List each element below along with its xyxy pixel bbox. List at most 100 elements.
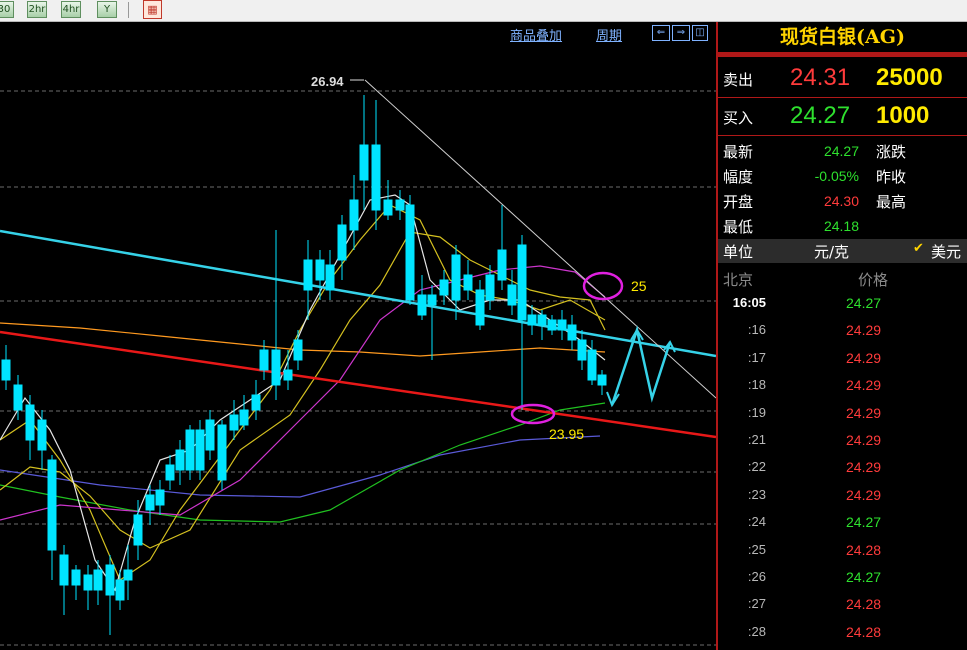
change-label: 涨跌 — [876, 143, 907, 161]
candle-body — [383, 199, 393, 216]
tick-price: 24.29 — [846, 349, 882, 366]
low-label: 最低 — [723, 218, 754, 236]
candle-body — [547, 319, 557, 331]
quote-panel: 现货白银(AG) 卖出 24.31 25000 买入 24.27 1000 最新… — [718, 22, 967, 650]
candle-body — [475, 289, 485, 326]
candle-body — [537, 314, 547, 326]
layout-toggle-icon[interactable]: ◫ — [692, 25, 708, 41]
sell-price: 24.31 — [790, 64, 851, 91]
tick-price: 24.28 — [846, 541, 882, 558]
candle-body — [527, 314, 537, 326]
candlesticks — [1, 95, 607, 635]
candle-body — [239, 409, 249, 426]
candle-body — [293, 339, 303, 361]
prev-close-label: 昨收 — [876, 168, 907, 186]
tick-time: :26 — [747, 569, 766, 584]
candle-body — [37, 419, 47, 451]
open-label: 开盘 — [723, 193, 754, 211]
candle-body — [507, 284, 517, 306]
candle-body — [587, 349, 597, 381]
currency-option[interactable]: 美元 — [931, 241, 961, 262]
ticks-time-header: 北京 — [723, 271, 754, 289]
resistance-label: 25 — [631, 278, 647, 294]
calendar-icon[interactable]: ▦ — [143, 0, 162, 19]
chart-header: 商品叠加 周期 ⇐ ⇒ ◫ — [0, 22, 716, 45]
candle-body — [251, 394, 261, 411]
moving-averages — [0, 194, 606, 592]
chart-grid — [0, 90, 716, 646]
sell-row: 卖出 24.31 25000 — [718, 62, 967, 96]
candle-body — [25, 404, 35, 441]
candle-body — [59, 554, 69, 586]
candle-body — [13, 384, 23, 411]
unit-row: 单位 元/克 ✔ 美元 — [718, 239, 967, 263]
candle-body — [229, 414, 239, 431]
candle-body — [105, 564, 115, 596]
candle-body — [123, 569, 133, 581]
tick-time: :25 — [747, 541, 766, 557]
scroll-left-icon[interactable]: ⇐ — [652, 25, 670, 41]
candle-body — [517, 244, 527, 321]
check-icon[interactable]: ✔ — [913, 241, 924, 256]
forecast-zigzag — [610, 325, 672, 406]
tick-time: :27 — [747, 596, 766, 612]
tick-price: 24.29 — [846, 459, 882, 476]
candle-body — [259, 349, 269, 371]
candle-body — [195, 429, 205, 471]
candle-body — [417, 294, 427, 316]
candle-body — [283, 369, 293, 381]
tick-price: 24.29 — [846, 377, 882, 394]
panel-title-divider — [718, 53, 967, 57]
candle-body — [93, 569, 103, 591]
candle-body — [405, 204, 415, 301]
instrument-title: 现货白银(AG) — [718, 22, 967, 53]
sell-volume: 25000 — [876, 64, 943, 91]
period-year-button[interactable]: Y — [97, 1, 117, 18]
ma20-line — [0, 231, 606, 549]
candle-body — [557, 319, 567, 331]
candle-body — [427, 294, 437, 306]
ma60-line — [0, 402, 606, 523]
tick-time: 16:05 — [732, 295, 766, 310]
latest-label: 最新 — [723, 143, 754, 161]
trend-lines — [0, 79, 716, 439]
period-4hr-button[interactable]: 4hr — [61, 1, 81, 18]
price-chart[interactable]: 26.94 25 23.95 — [0, 45, 716, 650]
tick-time: :24 — [747, 514, 766, 530]
candle-body — [567, 324, 577, 341]
scroll-right-icon[interactable]: ⇒ — [672, 25, 690, 41]
candle-body — [47, 459, 57, 551]
divider — [718, 135, 967, 136]
candle-body — [217, 424, 227, 481]
period-30-button[interactable]: 30 — [0, 1, 14, 18]
trend-line-red — [0, 330, 716, 439]
candle-body — [577, 339, 587, 361]
tick-price: 24.29 — [846, 322, 882, 339]
overlay-link[interactable]: 商品叠加 — [510, 25, 562, 44]
period-2hr-button[interactable]: 2hr — [27, 1, 47, 18]
ma5-line — [0, 194, 606, 592]
candle-body — [145, 494, 155, 511]
toolbar: 30 2hr 4hr Y ▦ — [0, 0, 967, 22]
sell-label: 卖出 — [723, 71, 754, 89]
candle-body — [83, 574, 93, 591]
candle-body — [359, 144, 369, 181]
candle-body — [349, 199, 359, 231]
candle-body — [485, 274, 495, 301]
unit-label: 单位 — [723, 243, 754, 261]
tick-time: :16 — [747, 322, 766, 338]
candle-body — [463, 274, 473, 291]
latest-value: 24.27 — [823, 143, 859, 159]
candle-body — [71, 569, 81, 586]
tick-time: :23 — [747, 486, 766, 502]
tick-price: 24.27 — [846, 295, 882, 311]
open-value: 24.30 — [823, 193, 859, 209]
period-link[interactable]: 周期 — [596, 25, 622, 44]
candle-body — [155, 489, 165, 506]
candle-body — [185, 429, 195, 471]
candle-body — [371, 144, 381, 211]
candle-body — [325, 264, 335, 291]
buy-row: 买入 24.27 1000 — [718, 100, 967, 134]
ticks-price-header: 价格 — [858, 271, 889, 289]
tick-price: 24.28 — [846, 596, 882, 613]
